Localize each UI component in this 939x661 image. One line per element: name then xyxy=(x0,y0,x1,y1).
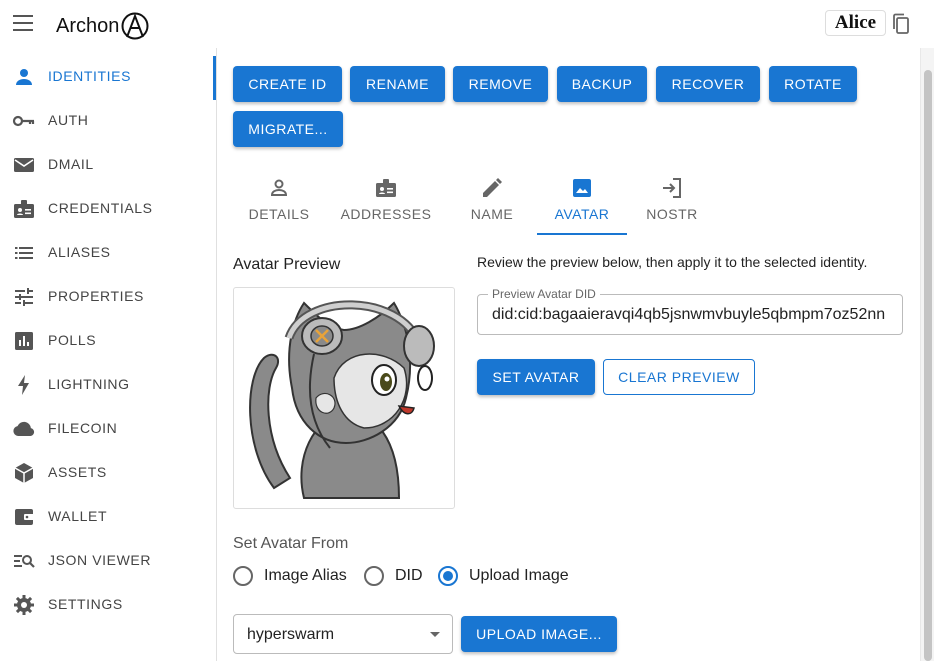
sidebar-item-assets[interactable]: ASSETS xyxy=(0,450,216,494)
tab-name[interactable]: NAME xyxy=(453,176,531,234)
bolt-icon xyxy=(18,375,29,395)
tab-nostr[interactable]: NOSTR xyxy=(635,176,709,234)
sidebar-item-label: LIGHTNING xyxy=(48,376,130,392)
avatar-preview-title: Avatar Preview xyxy=(233,256,341,273)
current-user-name[interactable]: Alice xyxy=(825,10,886,36)
sidebar-item-auth[interactable]: AUTH xyxy=(0,98,216,142)
cube-icon xyxy=(14,463,34,483)
scrollbar-thumb[interactable] xyxy=(924,70,932,661)
sidebar-item-label: POLLS xyxy=(48,332,97,348)
tab-label: NAME xyxy=(470,206,514,222)
tab-label: ADDRESSES xyxy=(340,206,432,222)
brand-name: Archon xyxy=(56,14,120,37)
sidebar-item-label: FILECOIN xyxy=(48,420,118,436)
tab-avatar[interactable]: AVATAR xyxy=(537,176,627,234)
sidebar-item-dmail[interactable]: DMAIL xyxy=(0,142,216,186)
sidebar-item-label: CREDENTIALS xyxy=(48,200,153,216)
wallet-icon xyxy=(15,509,34,525)
scrollbar[interactable] xyxy=(920,48,934,661)
badge-icon xyxy=(14,200,34,218)
recover-button[interactable]: RECOVER xyxy=(656,66,760,102)
pencil-icon xyxy=(483,178,502,197)
tune-icon xyxy=(15,288,33,306)
tab-label: AVATAR xyxy=(554,206,610,222)
radio-label: DID xyxy=(395,567,423,584)
tab-label: NOSTR xyxy=(646,206,698,222)
sidebar-item-label: ASSETS xyxy=(48,464,107,480)
key-icon xyxy=(12,115,35,127)
login-icon xyxy=(663,178,681,198)
gear-icon xyxy=(14,595,34,615)
migrate-button[interactable]: MIGRATE... xyxy=(233,111,343,147)
radio-upload-image[interactable]: Upload Image xyxy=(438,565,569,587)
cat-avatar-illustration xyxy=(249,300,435,499)
sidebar-item-aliases[interactable]: ALIASES xyxy=(0,230,216,274)
set-avatar-button[interactable]: SET AVATAR xyxy=(477,359,595,395)
search-list-icon xyxy=(14,555,35,568)
preview-avatar-did-input[interactable]: did:cid:bagaaieravqi4qb5jsnwmvbuyle5qbmp… xyxy=(492,306,900,324)
radio-image-alias[interactable]: Image Alias xyxy=(233,565,347,587)
sidebar-item-credentials[interactable]: CREDENTIALS xyxy=(0,186,216,230)
cloud-icon xyxy=(13,421,35,436)
sidebar-item-label: DMAIL xyxy=(48,156,94,172)
tab-active-indicator xyxy=(537,233,627,235)
field-label: Preview Avatar DID xyxy=(488,287,600,301)
radio-button[interactable] xyxy=(364,566,384,586)
registry-select[interactable]: hyperswarm xyxy=(233,614,453,654)
radio-label: Upload Image xyxy=(469,567,569,584)
sidebar-item-properties[interactable]: PROPERTIES xyxy=(0,274,216,318)
sidebar: IDENTITIES AUTH DMAIL CREDENTIALS ALIASE… xyxy=(0,48,217,661)
sidebar-item-filecoin[interactable]: FILECOIN xyxy=(0,406,216,450)
avatar-source-title: Set Avatar From xyxy=(233,535,349,552)
preview-avatar-did-field[interactable]: Preview Avatar DID did:cid:bagaaieravqi4… xyxy=(477,287,903,335)
sidebar-item-wallet[interactable]: WALLET xyxy=(0,494,216,538)
sidebar-item-label: AUTH xyxy=(48,112,89,128)
person-icon xyxy=(16,69,32,85)
sidebar-item-json-viewer[interactable]: JSON VIEWER xyxy=(0,538,216,582)
top-app-bar: Archon Alice xyxy=(0,0,939,48)
sidebar-item-label: SETTINGS xyxy=(48,596,123,612)
main-content: CREATE ID RENAME REMOVE BACKUP RECOVER R… xyxy=(217,48,920,661)
person-outline-icon xyxy=(270,179,288,196)
brand: Archon xyxy=(56,12,149,40)
sidebar-item-polls[interactable]: POLLS xyxy=(0,318,216,362)
registry-select-value: hyperswarm xyxy=(247,626,335,643)
sidebar-item-label: JSON VIEWER xyxy=(48,552,152,568)
tab-label: DETAILS xyxy=(248,206,310,222)
dropdown-arrow-icon xyxy=(430,632,440,637)
clear-preview-button[interactable]: CLEAR PREVIEW xyxy=(603,359,755,395)
sidebar-item-label: PROPERTIES xyxy=(48,288,144,304)
radio-button[interactable] xyxy=(233,566,253,586)
sidebar-item-lightning[interactable]: LIGHTNING xyxy=(0,362,216,406)
radio-label: Image Alias xyxy=(264,567,347,584)
archon-logo-icon xyxy=(121,12,149,40)
radio-button[interactable] xyxy=(438,566,458,586)
poll-icon xyxy=(15,332,33,350)
image-icon xyxy=(573,179,591,197)
tab-details[interactable]: DETAILS xyxy=(239,176,319,234)
sidebar-item-label: WALLET xyxy=(48,508,108,524)
rename-button[interactable]: RENAME xyxy=(350,66,445,102)
tab-addresses[interactable]: ADDRESSES xyxy=(335,176,437,234)
menu-icon[interactable] xyxy=(13,15,33,31)
create-id-button[interactable]: CREATE ID xyxy=(233,66,342,102)
avatar-preview-image xyxy=(233,287,455,509)
radio-did[interactable]: DID xyxy=(364,565,423,587)
rotate-button[interactable]: ROTATE xyxy=(769,66,857,102)
backup-button[interactable]: BACKUP xyxy=(557,66,647,102)
mail-icon xyxy=(14,158,34,172)
sidebar-item-identities[interactable]: IDENTITIES xyxy=(0,54,216,98)
upload-image-button[interactable]: UPLOAD IMAGE... xyxy=(461,616,617,652)
sidebar-item-label: IDENTITIES xyxy=(48,68,132,84)
remove-button[interactable]: REMOVE xyxy=(453,66,548,102)
list-icon xyxy=(15,247,33,259)
contact-card-icon xyxy=(376,179,396,197)
sidebar-item-settings[interactable]: SETTINGS xyxy=(0,582,216,626)
copy-icon[interactable] xyxy=(891,13,911,35)
sidebar-item-label: ALIASES xyxy=(48,244,111,260)
avatar-help-text: Review the preview below, then apply it … xyxy=(477,254,868,270)
